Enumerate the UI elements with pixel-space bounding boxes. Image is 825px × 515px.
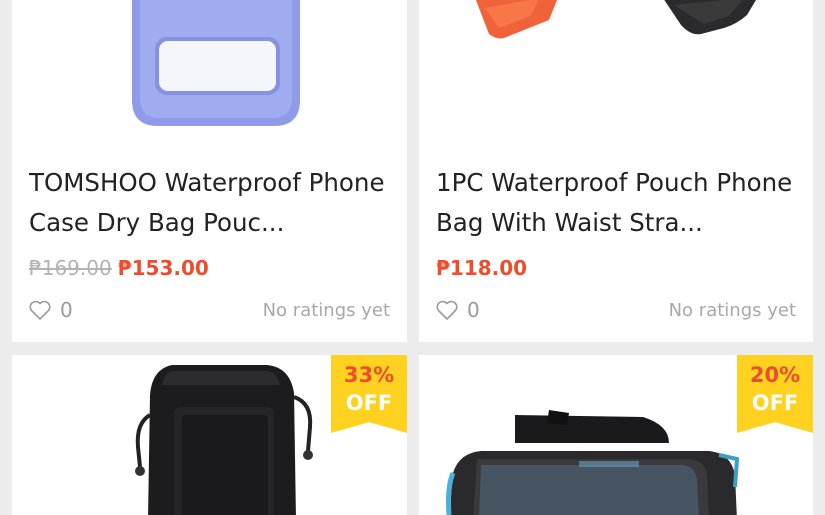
- original-price: ₱169.00: [29, 256, 112, 280]
- product-image[interactable]: [419, 0, 813, 150]
- price-row: ₱118.00: [436, 255, 527, 281]
- product-title[interactable]: 1PC Waterproof Pouch Phone Bag With Wais…: [436, 163, 796, 243]
- rating-text: No ratings yet: [668, 300, 796, 321]
- discount-badge: 33% OFF: [331, 355, 407, 433]
- discount-percent: 33%: [343, 363, 395, 387]
- rating-text: No ratings yet: [262, 300, 390, 321]
- discount-percent: 20%: [749, 363, 801, 387]
- discount-off-label: OFF: [751, 391, 799, 415]
- product-card[interactable]: TOMSHOO Waterproof Phone Case Dry Bag Po…: [12, 0, 407, 342]
- heart-icon: [29, 300, 51, 320]
- product-card[interactable]: 20% OFF: [419, 355, 813, 515]
- like-button[interactable]: 0: [435, 297, 480, 323]
- discount-off-label: OFF: [345, 391, 393, 415]
- product-title[interactable]: TOMSHOO Waterproof Phone Case Dry Bag Po…: [29, 163, 389, 243]
- heart-icon: [436, 300, 458, 320]
- discount-badge: 20% OFF: [737, 355, 813, 433]
- price-row: ₱169.00 ₱153.00: [29, 255, 209, 281]
- product-card[interactable]: 33% OFF: [12, 355, 407, 515]
- product-card[interactable]: 1PC Waterproof Pouch Phone Bag With Wais…: [419, 0, 813, 342]
- sale-price: ₱153.00: [117, 256, 209, 280]
- like-count: 0: [467, 298, 480, 322]
- like-button[interactable]: 0: [28, 297, 73, 323]
- product-image[interactable]: [12, 0, 407, 150]
- sale-price: ₱118.00: [436, 256, 528, 280]
- like-count: 0: [60, 298, 73, 322]
